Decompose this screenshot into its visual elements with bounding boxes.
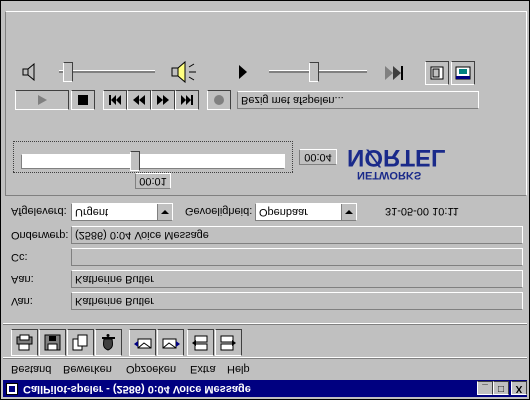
nortel-networks-logo: NØRTEL NETWORKS [347,144,446,181]
speed-slider-thumb[interactable] [308,62,319,82]
window-view-button[interactable] [451,61,475,85]
subject-label: Onderwerp: [11,229,69,241]
fast-forward-icon [157,95,169,105]
stage: CallPilot-speler - (2586) 0:04 Voice Mes… [0,0,530,400]
alarm-bell-button[interactable] [95,329,122,356]
chevron-down-icon[interactable] [341,204,356,220]
print-button[interactable] [11,329,38,356]
sensitivity-label: Gevoeligheid: [185,205,253,217]
volume-track[interactable] [59,70,155,73]
rewind-button[interactable] [127,90,151,110]
toolbar-divider [3,323,527,325]
title-bar[interactable]: CallPilot-speler - (2586) 0:04 Voice Mes… [3,380,527,397]
stop-button[interactable] [71,90,95,110]
from-row: Van: Katherine Butler [3,291,527,311]
view-message-button[interactable] [425,61,449,85]
position-time: 00:01 [135,173,171,189]
play-button[interactable] [15,90,69,110]
record-icon [214,95,224,105]
stop-icon [78,95,88,105]
message-view-icon [430,66,444,80]
skip-to-end-icon [181,95,193,105]
menu-bestand[interactable]: Bestand [11,363,51,375]
menu-extra[interactable]: Extra [190,363,216,375]
sensitivity-value: Openbaar [259,206,308,218]
subject-row: Onderwerp: (2586) 0:04 Voice Message [3,225,527,245]
menu-divider [3,357,527,359]
speaker-loud-icon [171,60,196,84]
volume-slider-thumb[interactable] [63,62,74,82]
cc-field[interactable] [71,248,523,266]
minimize-button[interactable]: _ [477,381,493,395]
skip-to-start-button[interactable] [103,90,127,110]
app-icon[interactable] [6,383,18,395]
print-icon [16,334,33,351]
speaker-quiet-icon [22,63,35,81]
speed-fast-icon [385,66,403,80]
to-row: Aan: Katherine Butler [3,269,527,289]
forward-button[interactable] [157,329,184,356]
to-field[interactable]: Katherine Butler [71,270,523,288]
subject-field[interactable]: (2586) 0:04 Voice Message [71,226,523,244]
reply-icon [134,338,152,349]
menu-help[interactable]: Help [227,363,250,375]
skip-to-end-button[interactable] [175,90,199,110]
copy-icon [72,334,88,351]
position-slider-thumb[interactable] [130,151,141,171]
menu-bar: Bestand Bewerken Opzoeken Extra Help [3,360,527,378]
sensitivity-dropdown[interactable]: Openbaar [255,203,357,221]
from-label: Van: [11,295,33,307]
chevron-down-icon[interactable] [157,204,172,220]
to-label: Aan: [11,273,34,285]
date-text: 31-05-00 10:11 [385,205,459,217]
close-button[interactable]: X [511,381,527,395]
priority-label: Afgeleverd: [11,205,67,217]
next-message-button[interactable] [215,329,242,356]
save-icon [44,334,61,351]
record-button[interactable] [207,90,231,110]
priority-value: Urgent [75,206,109,218]
previous-message-icon [192,335,208,351]
previous-message-button[interactable] [187,329,214,356]
total-time: 00:04 [299,149,337,165]
priority-dropdown[interactable]: Urgent [71,203,173,221]
logo-text-sub: NETWORKS [357,169,421,181]
fast-forward-button[interactable] [151,90,175,110]
position-slider-track[interactable] [21,154,285,169]
window-view-icon [455,66,471,80]
menu-bewerken[interactable]: Bewerken [63,363,112,375]
from-field[interactable]: Katherine Butler [71,292,523,310]
cc-label: Cc: [11,251,28,263]
forward-icon [162,338,180,349]
reply-button[interactable] [129,329,156,356]
maximize-button[interactable]: □ [493,381,509,395]
play-speed-icon [239,65,247,79]
alarm-bell-icon [102,334,115,351]
player-window: CallPilot-speler - (2586) 0:04 Voice Mes… [0,0,530,400]
logo-text-main: NØRTEL [347,144,446,171]
status-text: Bezig met afspelen... [237,91,479,109]
next-message-icon [220,335,236,351]
save-button[interactable] [39,329,66,356]
menu-opzoeken[interactable]: Opzoeken [126,363,176,375]
window-title: CallPilot-speler - (2586) 0:04 Voice Mes… [23,383,251,395]
play-icon [38,95,47,105]
rewind-icon [133,95,145,105]
skip-to-start-icon [109,95,121,105]
copy-button[interactable] [67,329,94,356]
cc-row: Cc: [3,247,527,267]
